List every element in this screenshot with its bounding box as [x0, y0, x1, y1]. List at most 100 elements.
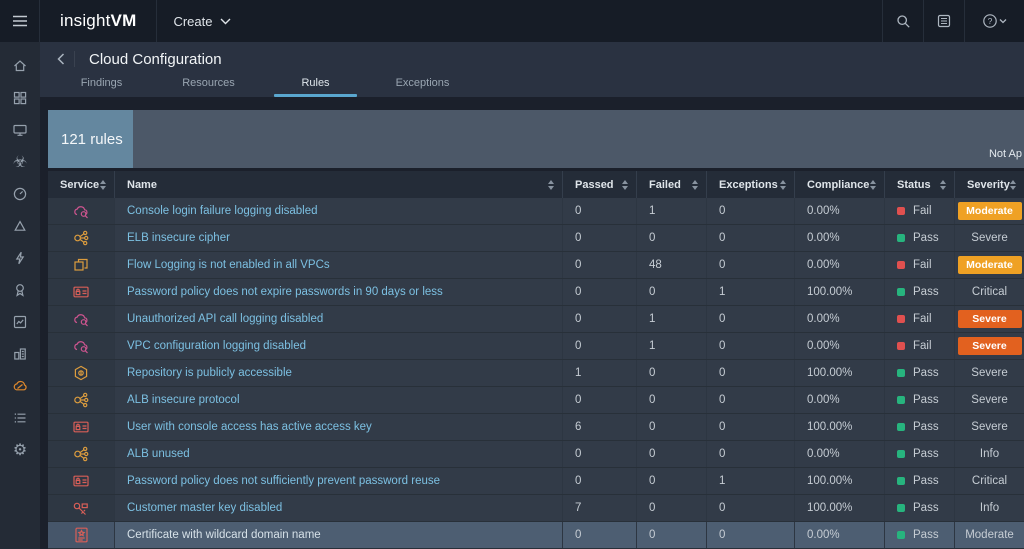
table-row[interactable]: Console login failure logging disabled01… — [48, 198, 1024, 225]
rule-name-link[interactable]: Flow Logging is not enabled in all VPCs — [127, 259, 330, 271]
tab-findings[interactable]: Findings — [48, 76, 155, 97]
table-row[interactable]: Password policy does not expire password… — [48, 279, 1024, 306]
tab-bar: FindingsResourcesRulesExceptions — [40, 76, 1024, 97]
failed-cell: 0 — [637, 279, 707, 305]
column-header-compliance[interactable]: Compliance — [795, 171, 885, 198]
sidebar-item-award-badge[interactable] — [0, 274, 40, 306]
sort-arrows-icon[interactable] — [548, 180, 554, 190]
sort-arrows-icon[interactable] — [622, 180, 628, 190]
table-row[interactable]: Repository is publicly accessible100100.… — [48, 360, 1024, 387]
page-header: Cloud Configuration — [40, 42, 1024, 76]
sidebar-item-home[interactable] — [0, 50, 40, 82]
compliance-cell: 0.00% — [795, 225, 885, 251]
status-label: Fail — [913, 205, 932, 217]
sidebar-item-report-chart[interactable] — [0, 306, 40, 338]
sidebar-item-gauge[interactable] — [0, 178, 40, 210]
back-button[interactable] — [48, 53, 74, 65]
rule-name-link[interactable]: ELB insecure cipher — [127, 232, 230, 244]
table-row[interactable]: Unauthorized API call logging disabled01… — [48, 306, 1024, 333]
table-row[interactable]: User with console access has active acce… — [48, 414, 1024, 441]
sort-arrows-icon[interactable] — [940, 180, 946, 190]
sidebar-item-monitor[interactable] — [0, 114, 40, 146]
sidebar-item-dashboard[interactable] — [0, 82, 40, 114]
help-menu-icon[interactable]: ? — [964, 0, 1024, 42]
failed-cell: 1 — [637, 306, 707, 332]
hamburger-menu-icon[interactable] — [0, 0, 40, 42]
table-row[interactable]: Flow Logging is not enabled in all VPCs0… — [48, 252, 1024, 279]
status-dot — [897, 369, 905, 377]
severity-label: Severe — [971, 367, 1007, 379]
tab-rules[interactable]: Rules — [262, 76, 369, 97]
table-row[interactable]: Customer master key disabled700100.00%Pa… — [48, 495, 1024, 522]
passed-cell: 0 — [563, 441, 637, 467]
service-cell — [48, 198, 115, 224]
status-dot — [897, 531, 905, 539]
severity-badge: Severe — [958, 337, 1022, 355]
column-header-service[interactable]: Service — [48, 171, 115, 198]
sort-arrows-icon[interactable] — [100, 180, 106, 190]
building-chart-icon — [12, 346, 28, 362]
status-cell: Pass — [885, 414, 955, 440]
status-cell: Pass — [885, 522, 955, 548]
table-row[interactable]: Certificate with wildcard domain name000… — [48, 522, 1024, 549]
exceptions-cell: 0 — [707, 360, 795, 386]
severity-cell: Severe — [955, 387, 1024, 413]
status-label: Pass — [913, 367, 939, 379]
tab-exceptions[interactable]: Exceptions — [369, 76, 476, 97]
rule-name-link[interactable]: VPC configuration logging disabled — [127, 340, 306, 352]
rule-name-link[interactable]: Password policy does not sufficiently pr… — [127, 475, 440, 487]
column-header-name[interactable]: Name — [115, 171, 563, 198]
rule-name-link[interactable]: User with console access has active acce… — [127, 421, 372, 433]
status-dot — [897, 504, 905, 512]
column-header-passed[interactable]: Passed — [563, 171, 637, 198]
status-label: Fail — [913, 259, 932, 271]
status-cell: Pass — [885, 441, 955, 467]
severity-label: Severe — [971, 421, 1007, 433]
status-cell: Fail — [885, 333, 955, 359]
sort-arrows-icon[interactable] — [692, 180, 698, 190]
rule-name-link[interactable]: Customer master key disabled — [127, 502, 282, 514]
sidebar-item-biohazard[interactable]: ☣ — [0, 146, 40, 178]
compliance-cell: 0.00% — [795, 306, 885, 332]
rule-name-link[interactable]: Password policy does not expire password… — [127, 286, 443, 298]
name-cell: Certificate with wildcard domain name — [115, 522, 563, 548]
column-header-failed[interactable]: Failed — [637, 171, 707, 198]
sort-arrows-icon[interactable] — [780, 180, 786, 190]
calculator-icon[interactable] — [923, 0, 964, 42]
sort-arrows-icon[interactable] — [1010, 180, 1016, 190]
table-row[interactable]: ELB insecure cipher0000.00%PassSevere — [48, 225, 1024, 252]
search-icon[interactable] — [882, 0, 923, 42]
sort-arrows-icon[interactable] — [870, 180, 876, 190]
rule-name-link[interactable]: Certificate with wildcard domain name — [127, 529, 321, 541]
table-row[interactable]: VPC configuration logging disabled0100.0… — [48, 333, 1024, 360]
table-row[interactable]: ALB insecure protocol0000.00%PassSevere — [48, 387, 1024, 414]
sidebar-item-triangle[interactable] — [0, 210, 40, 242]
sidebar-item-cloud[interactable] — [0, 370, 40, 402]
load-balancer-icon — [72, 391, 90, 409]
column-header-exceptions[interactable]: Exceptions — [707, 171, 795, 198]
sidebar-item-list[interactable] — [0, 402, 40, 434]
exceptions-cell: 0 — [707, 414, 795, 440]
name-cell: ALB insecure protocol — [115, 387, 563, 413]
not-applicable-label[interactable]: Not Ap — [989, 148, 1022, 160]
sidebar-item-automation-bolt[interactable] — [0, 242, 40, 274]
rule-name-link[interactable]: ALB insecure protocol — [127, 394, 240, 406]
column-header-severity[interactable]: Severity — [955, 171, 1024, 198]
rule-name-link[interactable]: ALB unused — [127, 448, 190, 460]
compliance-cell: 0.00% — [795, 441, 885, 467]
rule-name-link[interactable]: Repository is publicly accessible — [127, 367, 292, 379]
sidebar-item-building-chart[interactable] — [0, 338, 40, 370]
table-row[interactable]: Password policy does not sufficiently pr… — [48, 468, 1024, 495]
passed-cell: 0 — [563, 468, 637, 494]
compliance-cell: 100.00% — [795, 360, 885, 386]
rule-name-link[interactable]: Unauthorized API call logging disabled — [127, 313, 323, 325]
rule-name-link[interactable]: Console login failure logging disabled — [127, 205, 318, 217]
sidebar-item-gear[interactable]: ⚙ — [0, 434, 40, 466]
create-button[interactable]: Create — [157, 0, 247, 42]
table-row[interactable]: ALB unused0000.00%PassInfo — [48, 441, 1024, 468]
column-header-status[interactable]: Status — [885, 171, 955, 198]
cloud-search-icon — [72, 311, 91, 328]
status-dot — [897, 342, 905, 350]
cloud-search-icon — [72, 203, 91, 220]
tab-resources[interactable]: Resources — [155, 76, 262, 97]
